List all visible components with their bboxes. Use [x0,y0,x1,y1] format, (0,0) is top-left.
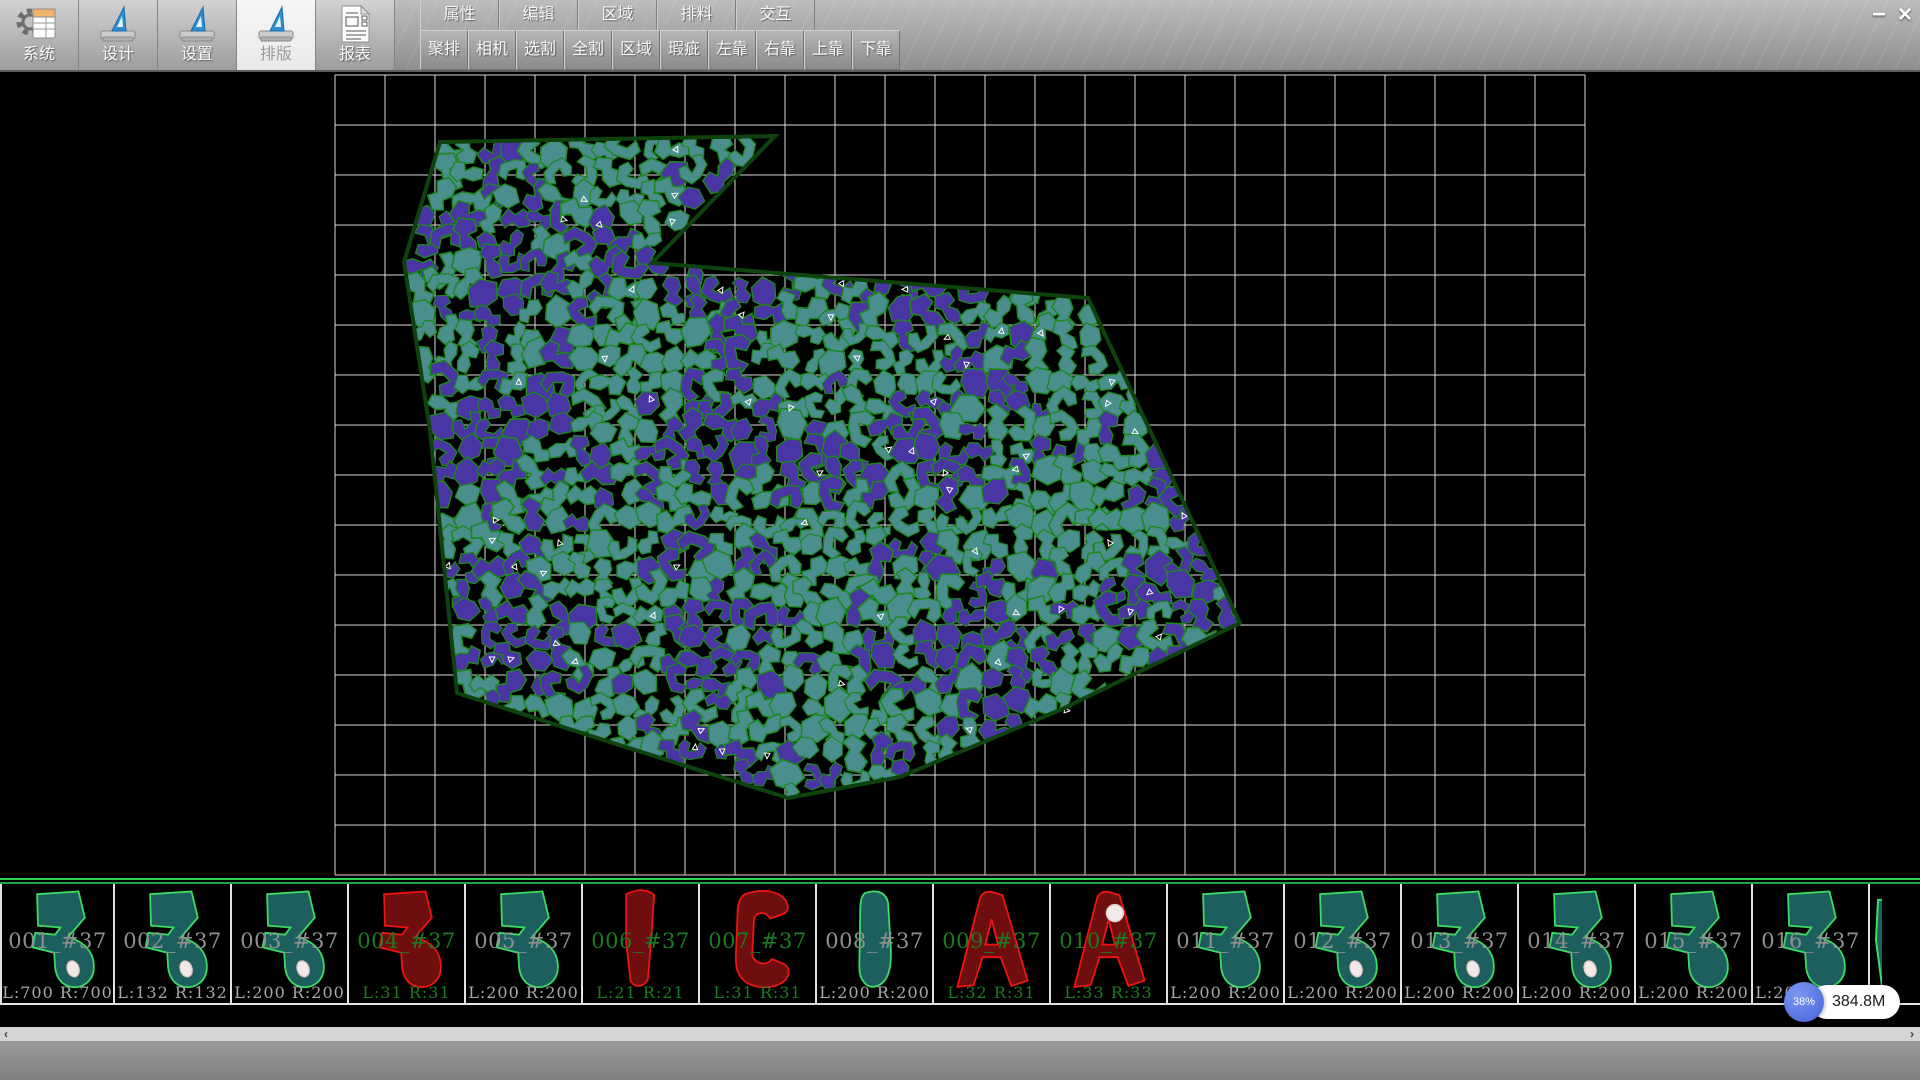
piece-cell[interactable]: 007_#37L:31 R:31 [700,884,817,1003]
piece-thumbnail [471,887,578,995]
piece-cell[interactable]: 011_#37L:200 R:200 [1168,884,1285,1003]
piece-cell[interactable]: 008_#37L:200 R:200 [817,884,934,1003]
piece-thumbnail [237,887,344,995]
progress-circle: 38% [1784,982,1824,1022]
scroll-right-arrow[interactable]: › [1910,1027,1914,1041]
menu-item-edit[interactable]: 编辑 [499,0,578,30]
tool-button-align-right[interactable]: 右靠 [756,30,804,70]
canvas-area [0,72,1920,878]
piece-cell-list: 001_#37L:700 R:700002_#37L:132 R:132003_… [0,884,1920,1005]
piece-thumbnail [1056,887,1163,995]
main-toolbar: 系统设计设置排版报表 属性编辑区域排料交互 聚排相机选割全割区域瑕疵左靠右靠上靠… [0,0,1920,72]
gear-table-icon [16,3,62,45]
tool-button-select-cut[interactable]: 选割 [516,30,564,70]
piece-cell[interactable]: 009_#37L:32 R:31 [934,884,1051,1003]
set-square-icon [95,3,141,45]
set-square-icon [174,3,220,45]
horizontal-scrollbar[interactable]: ‹ › [0,1027,1920,1041]
piece-strip: 001_#37L:700 R:700002_#37L:132 R:132003_… [0,878,1920,1005]
tool-button-align-left[interactable]: 左靠 [708,30,756,70]
piece-thumbnail [1290,887,1397,995]
piece-thumbnail [1524,887,1631,995]
app-button-label: 设计 [102,45,134,65]
menu-item-region[interactable]: 区域 [578,0,657,30]
piece-thumbnail [354,887,461,995]
piece-cell[interactable]: 003_#37L:200 R:200 [232,884,349,1003]
toolbar-rows: 属性编辑区域排料交互 聚排相机选割全割区域瑕疵左靠右靠上靠下靠 [420,0,1920,70]
close-button[interactable]: × [1898,2,1912,28]
app-button-report[interactable]: 报表 [316,0,395,70]
app-window: 系统设计设置排版报表 属性编辑区域排料交互 聚排相机选割全割区域瑕疵左靠右靠上靠… [0,0,1920,1080]
nesting-canvas[interactable] [0,72,1920,878]
piece-cell[interactable]: 004_#37L:31 R:31 [349,884,466,1003]
piece-cell[interactable]: 015_#37L:200 R:200 [1636,884,1753,1003]
piece-cell[interactable]: 014_#37L:200 R:200 [1519,884,1636,1003]
piece-thumbnail [588,887,695,995]
status-bar [0,1041,1920,1080]
menu-bar: 属性编辑区域排料交互 [420,0,1920,30]
piece-thumbnail [7,887,114,995]
report-doc-icon [332,3,378,45]
nested-pieces [398,125,1244,813]
piece-cell[interactable]: 001_#37L:700 R:700 [0,884,115,1003]
app-button-label: 系统 [23,45,55,65]
set-square-icon [253,3,299,45]
app-button-settings[interactable]: 设置 [158,0,237,70]
piece-cell[interactable]: 006_#37L:21 R:21 [583,884,700,1003]
menu-item-interact[interactable]: 交互 [736,0,815,30]
app-button-label: 排版 [260,45,292,65]
piece-thumbnail [120,887,227,995]
piece-thumbnail [1641,887,1748,995]
minimize-button[interactable]: − [1872,2,1886,28]
app-button-label: 设置 [181,45,213,65]
piece-cell[interactable]: 002_#37L:132 R:132 [115,884,232,1003]
app-button-system[interactable]: 系统 [0,0,79,70]
tool-button-camera[interactable]: 相机 [468,30,516,70]
window-controls: − × [1872,2,1912,28]
menu-item-properties[interactable]: 属性 [420,0,499,30]
scroll-left-arrow[interactable]: ‹ [4,1027,8,1041]
tool-bar: 聚排相机选割全割区域瑕疵左靠右靠上靠下靠 [420,30,1920,70]
tool-button-region[interactable]: 区域 [612,30,660,70]
tool-button-defect[interactable]: 瑕疵 [660,30,708,70]
tool-button-align-bottom[interactable]: 下靠 [852,30,900,70]
piece-thumbnail [822,887,929,995]
app-button-label: 报表 [339,45,371,65]
piece-cell[interactable]: 013_#37L:200 R:200 [1402,884,1519,1003]
menu-item-nesting[interactable]: 排料 [657,0,736,30]
memory-badge: 38% 384.8M [1784,982,1900,1022]
piece-thumbnail [705,887,812,995]
tool-button-cut-all[interactable]: 全割 [564,30,612,70]
piece-cell[interactable]: 010_#37L:33 R:33 [1051,884,1168,1003]
app-button-layout[interactable]: 排版 [237,0,316,70]
piece-cell[interactable]: 012_#37L:200 R:200 [1285,884,1402,1003]
piece-cell[interactable]: 005_#37L:200 R:200 [466,884,583,1003]
app-button-design[interactable]: 设计 [79,0,158,70]
app-mode-buttons: 系统 设计 设置 排版 报表 [0,0,395,70]
piece-thumbnail [1407,887,1514,995]
piece-thumbnail [1758,887,1865,995]
tool-button-align-top[interactable]: 上靠 [804,30,852,70]
piece-thumbnail [939,887,1046,995]
piece-thumbnail [1173,887,1280,995]
tool-button-cluster-nest[interactable]: 聚排 [420,30,468,70]
